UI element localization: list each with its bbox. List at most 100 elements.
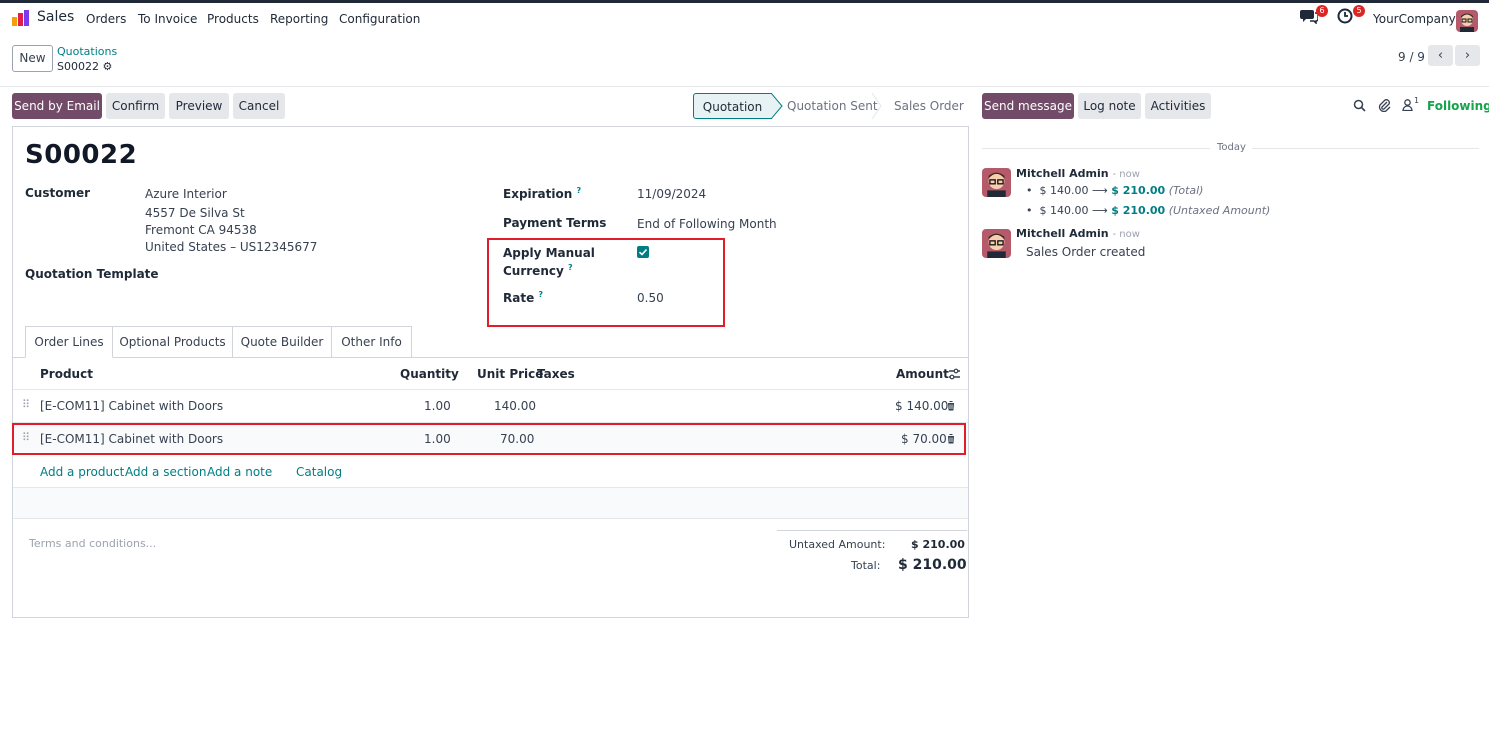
expiration-label-text: Expiration [503,187,573,201]
customer-name[interactable]: Azure Interior [145,187,227,201]
following-button[interactable]: Following [1427,99,1489,113]
message-time: - now [1112,169,1140,180]
rate-value[interactable]: 0.50 [637,291,664,305]
tab-optional-products[interactable]: Optional Products [112,326,233,358]
rate-label-text: Rate [503,291,535,305]
activities-button[interactable]: Activities [1145,93,1211,119]
col-header-taxes[interactable]: Taxes [537,367,575,381]
pager-next-icon[interactable]: › [1455,45,1480,66]
menu-reporting[interactable]: Reporting [270,12,328,26]
menu-to-invoice[interactable]: To Invoice [138,12,197,26]
user-avatar[interactable] [1456,10,1478,32]
tab-order-lines[interactable]: Order Lines [25,326,113,358]
message-author[interactable]: Mitchell Admin - now [1016,227,1140,240]
col-header-amount[interactable]: Amount [896,367,949,381]
followers-icon[interactable] [1402,99,1413,111]
breadcrumb-quotations[interactable]: Quotations [57,45,117,58]
expiration-value[interactable]: 11/09/2024 [637,187,706,201]
table-footer [13,488,968,518]
date-divider-right [1252,148,1479,149]
trash-icon[interactable] [946,433,956,444]
send-message-button[interactable]: Send message [982,93,1074,119]
row-amount: $ 140.00 [895,399,949,413]
row-product[interactable]: [E-COM11] Cabinet with Doors [40,432,223,446]
help-icon[interactable]: ? [576,186,581,195]
tab-other-info[interactable]: Other Info [331,326,412,358]
apply-manual-currency-label-2: Currency ? [503,263,573,278]
col-header-quantity[interactable]: Quantity [400,367,459,381]
column-settings-icon[interactable] [948,368,961,380]
col-header-unit-price[interactable]: Unit Price [477,367,543,381]
send-by-email-button[interactable]: Send by Email [12,93,102,119]
stage-sales-order[interactable]: Sales Order [894,93,964,119]
messages-icon[interactable]: 6 [1300,5,1328,28]
drag-handle-icon[interactable]: ⠿ [22,431,30,444]
control-panel [0,39,1489,87]
tracking-field: (Untaxed Amount) [1168,204,1271,217]
row-unit-price[interactable]: 70.00 [500,432,534,446]
apply-manual-currency-label-1: Apply Manual [503,246,595,260]
tracking-old: $ 140.00 [1039,204,1089,217]
row-quantity[interactable]: 1.00 [424,432,451,446]
menu-orders[interactable]: Orders [86,12,126,26]
row-product[interactable]: [E-COM11] Cabinet with Doors [40,399,223,413]
row-quantity[interactable]: 1.00 [424,399,451,413]
arrow-right-icon: ⟶ [1091,204,1108,217]
new-button[interactable]: New [12,45,53,72]
footer-divider [13,518,968,519]
total-label: Total: [851,559,881,572]
tracking-new: $ 210.00 [1111,204,1166,217]
terms-input[interactable]: Terms and conditions... [29,537,156,550]
add-section-link[interactable]: Add a section [125,465,206,479]
search-icon[interactable] [1353,99,1366,112]
author-avatar[interactable] [982,168,1011,197]
catalog-link[interactable]: Catalog [296,465,342,479]
customer-label: Customer [25,186,91,200]
row-amount: $ 70.00 [901,432,947,446]
add-note-link[interactable]: Add a note [207,465,272,479]
stage-arrow-icon [771,93,783,119]
sales-app-icon[interactable] [12,10,30,26]
drag-handle-icon[interactable]: ⠿ [22,398,30,411]
tracking-value: • $ 140.00 ⟶ $ 210.00 (Total) [1026,184,1204,197]
date-divider-left [982,148,1210,149]
total-value: $ 210.00 [898,557,967,573]
row-unit-price[interactable]: 140.00 [494,399,536,413]
col-header-product[interactable]: Product [40,367,93,381]
menu-products[interactable]: Products [207,12,259,26]
company-switcher[interactable]: YourCompany [1373,12,1456,26]
message-author-name: Mitchell Admin [1016,167,1109,180]
paperclip-icon[interactable] [1378,98,1391,112]
stage-quotation-sent[interactable]: Quotation Sent [787,93,878,119]
record-name: S00022 [25,140,138,170]
help-icon[interactable]: ? [538,290,543,299]
log-note-button[interactable]: Log note [1078,93,1141,119]
tab-quote-builder[interactable]: Quote Builder [232,326,332,358]
pager-previous-icon[interactable]: ‹ [1428,45,1453,66]
customer-city: Fremont CA 94538 [145,223,257,237]
payment-terms-value[interactable]: End of Following Month [637,217,777,231]
expiration-label: Expiration ? [503,186,581,201]
help-icon[interactable]: ? [568,263,573,272]
app-name[interactable]: Sales [37,9,74,25]
menu-configuration[interactable]: Configuration [339,12,420,26]
date-separator: Today [1217,142,1246,153]
quotation-template-input[interactable] [145,264,475,282]
trash-icon[interactable] [946,400,956,411]
add-product-link[interactable]: Add a product [40,465,124,479]
confirm-button[interactable]: Confirm [106,93,165,119]
message-author[interactable]: Mitchell Admin - now [1016,167,1140,180]
payment-terms-label: Payment Terms [503,216,607,230]
preview-button[interactable]: Preview [169,93,229,119]
breadcrumb-current: S00022 ⚙ [57,60,112,73]
activities-clock-icon[interactable]: 5 [1337,5,1365,28]
customer-country: United States – US12345677 [145,240,318,254]
apply-manual-currency-checkbox[interactable] [637,246,649,258]
rate-label: Rate ? [503,290,543,305]
pager-value[interactable]: 9 / 9 [1398,50,1425,64]
gear-icon[interactable]: ⚙ [102,60,112,73]
tracking-new: $ 210.00 [1111,184,1166,197]
author-avatar[interactable] [982,229,1011,258]
stage-quotation[interactable]: Quotation [693,93,772,119]
cancel-button[interactable]: Cancel [233,93,285,119]
